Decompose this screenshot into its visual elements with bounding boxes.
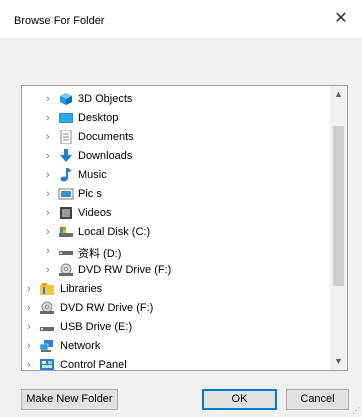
- dvd-drive-icon: [58, 263, 74, 277]
- chevron-right-icon[interactable]: ›: [46, 130, 56, 144]
- tree-item-label: Documents: [78, 131, 134, 143]
- tree-item-label: USB Drive (E:): [60, 321, 133, 333]
- chevron-right-icon[interactable]: ›: [46, 149, 56, 163]
- resize-grip-icon[interactable]: ⋰: [352, 407, 360, 415]
- dvd-drive-icon: [39, 301, 55, 315]
- documents-icon: [58, 129, 74, 145]
- chevron-right-icon[interactable]: ›: [46, 225, 56, 239]
- tree-item-dvd-rw-drive-f-root[interactable]: › DVD RW Drive (F:): [22, 299, 332, 318]
- tree-item-label: Music: [78, 169, 107, 181]
- tree-item-3d-objects[interactable]: › 3D Objects: [22, 90, 332, 109]
- tree-item-label: 3D Objects: [78, 93, 133, 105]
- tree-item-label: Local Disk (C:): [78, 226, 151, 238]
- tree-item-label: Libraries: [60, 283, 103, 295]
- chevron-right-icon[interactable]: ›: [27, 339, 37, 353]
- chevron-right-icon[interactable]: ›: [46, 111, 56, 125]
- scroll-down-button[interactable]: ▼: [330, 353, 347, 370]
- tree-item-label: Pic s: [78, 188, 102, 200]
- tree-item-label: Videos: [78, 207, 112, 219]
- tree-item-label: DVD RW Drive (F:): [78, 264, 172, 276]
- close-button[interactable]: ✕: [332, 10, 350, 28]
- tree-item-downloads[interactable]: › Downloads: [22, 147, 332, 166]
- folder-tree[interactable]: › 3D Objects › Desktop › Documents › Dow…: [21, 85, 348, 371]
- chevron-right-icon[interactable]: ›: [46, 168, 56, 182]
- 3d-objects-icon: [58, 92, 74, 106]
- tree-item-local-disk-c[interactable]: › Local Disk (C:): [22, 223, 332, 242]
- tree-item-network[interactable]: › Network: [22, 337, 332, 356]
- tree-item-label: Control Panel: [60, 359, 127, 371]
- vertical-scrollbar[interactable]: ▲ ▼: [330, 86, 347, 370]
- tree-item-label: Network: [60, 340, 101, 352]
- tree-item-label: Downloads: [78, 150, 133, 162]
- chevron-right-icon[interactable]: ›: [46, 244, 56, 258]
- videos-icon: [58, 206, 74, 220]
- pictures-icon: [58, 187, 74, 201]
- scrollbar-thumb[interactable]: [333, 126, 344, 286]
- chevron-right-icon[interactable]: ›: [46, 206, 56, 220]
- scroll-up-button[interactable]: ▲: [330, 86, 347, 103]
- chevron-right-icon[interactable]: ›: [27, 358, 37, 370]
- tree-item-pictures[interactable]: › Pic s: [22, 185, 332, 204]
- local-disk-icon: [58, 225, 74, 239]
- usb-drive-icon: [39, 320, 55, 334]
- window-title: Browse For Folder: [14, 15, 105, 27]
- control-panel-icon: [39, 358, 55, 370]
- ok-button[interactable]: OK: [202, 389, 277, 410]
- libraries-icon: [39, 282, 55, 296]
- chevron-right-icon[interactable]: ›: [27, 282, 37, 296]
- title-bar: Browse For Folder ✕: [0, 0, 362, 38]
- tree-item-dvd-rw-drive-f[interactable]: › DVD RW Drive (F:): [22, 261, 332, 280]
- tree-item-documents[interactable]: › Documents: [22, 128, 332, 147]
- tree-item-libraries[interactable]: › Libraries: [22, 280, 332, 299]
- drive-icon: [58, 244, 74, 258]
- make-new-folder-button[interactable]: Make New Folder: [21, 389, 118, 410]
- chevron-right-icon[interactable]: ›: [46, 187, 56, 201]
- chevron-right-icon[interactable]: ›: [27, 320, 37, 334]
- tree-item-music[interactable]: › Music: [22, 166, 332, 185]
- chevron-right-icon[interactable]: ›: [46, 263, 56, 277]
- tree-item-drive-d[interactable]: › 资料 (D:): [22, 242, 332, 261]
- chevron-right-icon[interactable]: ›: [27, 301, 37, 315]
- chevron-right-icon[interactable]: ›: [46, 92, 56, 106]
- cancel-button[interactable]: Cancel: [286, 389, 349, 410]
- desktop-icon: [58, 111, 74, 125]
- downloads-icon: [58, 149, 74, 163]
- tree-item-videos[interactable]: › Videos: [22, 204, 332, 223]
- tree-item-label: Desktop: [78, 112, 119, 124]
- tree-item-label: DVD RW Drive (F:): [60, 302, 154, 314]
- tree-item-control-panel[interactable]: › Control Panel: [22, 356, 332, 371]
- music-icon: [58, 168, 74, 182]
- tree-item-label: 资料 (D:): [78, 248, 122, 260]
- tree-item-desktop[interactable]: › Desktop: [22, 109, 332, 128]
- tree-item-usb-drive-e[interactable]: › USB Drive (E:): [22, 318, 332, 337]
- network-icon: [39, 339, 55, 353]
